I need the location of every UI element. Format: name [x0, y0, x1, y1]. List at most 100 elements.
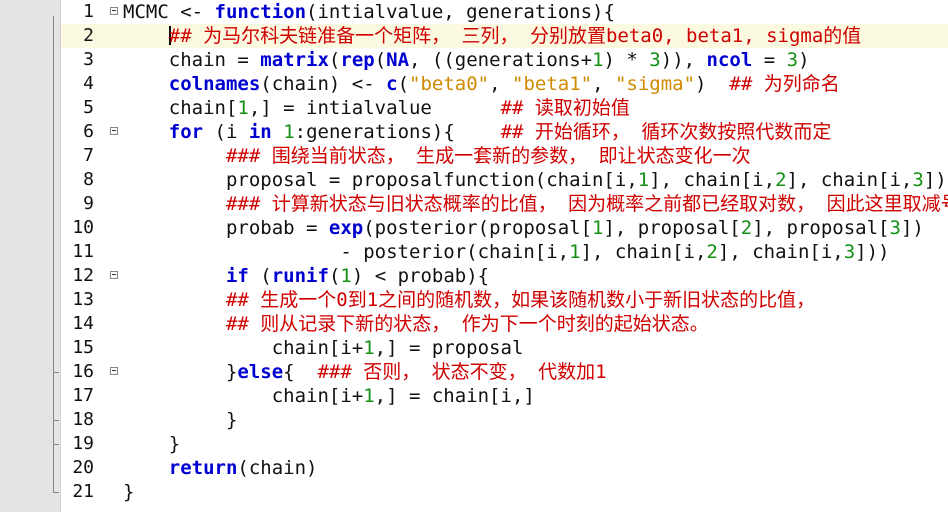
code-token: ) *: [603, 49, 650, 71]
code-token: ,: [592, 73, 615, 95]
code-token: exp: [328, 217, 364, 239]
code-token: 1: [340, 265, 352, 287]
code-area[interactable]: 1 MCMC <- function(intialvalue, generatio…: [61, 0, 948, 512]
code-token: ], chain[i,: [717, 241, 844, 263]
code-token: chain[i+: [123, 337, 364, 359]
code-text: if (runif(1) < probab){: [123, 264, 489, 288]
code-token: {: [283, 361, 318, 383]
code-line[interactable]: 2 ## 为马尔科夫链准备一个矩阵， 三列， 分别放置beta0, beta1,…: [61, 24, 948, 48]
code-text: MCMC <- function(intialvalue, generation…: [123, 0, 615, 24]
code-token: }: [123, 409, 238, 431]
line-number: 21: [72, 481, 94, 502]
code-token: (: [328, 49, 341, 71]
fold-guide-end: [53, 372, 59, 373]
code-token: (: [328, 265, 341, 287]
code-token: (: [248, 265, 272, 287]
line-number: 16: [72, 361, 94, 382]
code-token: ncol: [706, 49, 753, 71]
code-token: :generations){: [294, 121, 501, 143]
code-line[interactable]: 18 }: [61, 408, 948, 432]
code-token: 1: [637, 169, 650, 191]
code-token: , ((generations+: [409, 49, 593, 71]
code-token: (chain) <-: [260, 73, 387, 95]
line-number: 13: [72, 289, 94, 310]
code-line[interactable]: 16 }else{ ### 否则， 状态不变， 代数加1: [61, 360, 948, 384]
code-line[interactable]: 17 chain[i+1,] = chain[i,]: [61, 384, 948, 408]
code-token: }: [123, 481, 135, 503]
line-number: 15: [72, 337, 94, 358]
code-text: - posterior(chain[i,1], chain[i,2], chai…: [123, 240, 890, 264]
code-line[interactable]: 1 MCMC <- function(intialvalue, generatio…: [61, 0, 948, 24]
code-token: 3: [889, 217, 901, 239]
code-token: chain[: [123, 97, 238, 119]
code-token: 1: [363, 337, 375, 359]
code-line[interactable]: 19 }: [61, 432, 948, 456]
code-token: ### 围绕当前状态， 生成一套新的参数， 即让状态变化一次: [225, 145, 751, 167]
code-token: ], chain[i,: [580, 241, 707, 263]
code-text: chain[1,] = intialvalue ## 读取初始值: [123, 96, 630, 120]
code-token: (i: [203, 121, 249, 143]
code-token: ## 开始循环， 循环次数按照代数而定: [500, 121, 832, 143]
code-line[interactable]: 10 probab = exp(posterior(proposal[1], p…: [61, 216, 948, 240]
fold-toggle-icon[interactable]: [110, 127, 118, 135]
fold-toggle-icon[interactable]: [110, 367, 118, 375]
code-token: ])): [855, 241, 890, 263]
code-text: probab = exp(posterior(proposal[1], prop…: [123, 216, 924, 240]
code-token: ## 读取初始值: [500, 97, 630, 119]
code-text: proposal = proposalfunction(chain[i,1], …: [123, 168, 947, 192]
code-token: ### 计算新状态与旧状态概率的比值， 因为概率之前都已经取对数， 因此这里取减…: [225, 193, 948, 215]
code-text: ## 则从记录下新的状态， 作为下一个时刻的起始状态。: [123, 312, 709, 336]
code-token: (posterior(proposal[: [363, 217, 593, 239]
code-editor[interactable]: 1 MCMC <- function(intialvalue, generatio…: [0, 0, 948, 512]
code-token: 3: [649, 49, 661, 71]
code-line[interactable]: 14 ## 则从记录下新的状态， 作为下一个时刻的起始状态。: [61, 312, 948, 336]
line-number: 2: [83, 25, 94, 46]
code-line[interactable]: 21}: [61, 480, 948, 504]
code-token: ### 否则， 状态不变， 代数加1: [317, 361, 607, 383]
fold-guide-end: [53, 444, 59, 445]
code-line[interactable]: 5 chain[1,] = intialvalue ## 读取初始值: [61, 96, 948, 120]
code-token: proposal = proposalfunction(chain[i,: [123, 169, 638, 191]
code-token: chain[i+: [123, 385, 364, 407]
code-token: 2: [740, 217, 753, 239]
code-text: chain[i+1,] = proposal: [123, 336, 524, 360]
code-token: 2: [775, 169, 787, 191]
code-token: return: [168, 457, 238, 479]
code-text: }: [123, 432, 180, 456]
code-line[interactable]: 8 proposal = proposalfunction(chain[i,1]…: [61, 168, 948, 192]
code-line[interactable]: 6 for (i in 1:generations){ ## 开始循环， 循环次…: [61, 120, 948, 144]
line-number: 5: [83, 97, 94, 118]
code-line[interactable]: 11 - posterior(chain[i,1], chain[i,2], c…: [61, 240, 948, 264]
code-token: c: [386, 73, 398, 95]
code-token: for: [168, 121, 204, 143]
code-token: - posterior(chain[i,: [123, 241, 570, 263]
code-line[interactable]: 15 chain[i+1,] = proposal: [61, 336, 948, 360]
code-text: return(chain): [123, 456, 318, 480]
code-token: }: [123, 361, 238, 383]
code-token: ], chain[i,: [649, 169, 776, 191]
code-token: ## 生成一个0到1之间的随机数，如果该随机数小于新旧状态的比值，: [225, 289, 816, 311]
fold-toggle-icon[interactable]: [110, 271, 118, 279]
code-line[interactable]: 4 colnames(chain) <- c("beta0", "beta1",…: [61, 72, 948, 96]
code-token: 1: [569, 241, 581, 263]
code-token: )),: [660, 49, 707, 71]
code-token: 1: [237, 97, 249, 119]
code-token: MCMC <-: [123, 1, 215, 23]
code-line[interactable]: 12 if (runif(1) < probab){: [61, 264, 948, 288]
code-line[interactable]: 3 chain = matrix(rep(NA, ((generations+1…: [61, 48, 948, 72]
line-number: 20: [72, 457, 94, 478]
code-line[interactable]: 7 ### 围绕当前状态， 生成一套新的参数， 即让状态变化一次: [61, 144, 948, 168]
code-token: ], proposal[: [603, 217, 741, 239]
fold-toggle-icon[interactable]: [110, 7, 118, 15]
code-line[interactable]: 20 return(chain): [61, 456, 948, 480]
code-text: ## 为马尔科夫链准备一个矩阵， 三列， 分别放置beta0, beta1, s…: [123, 24, 861, 48]
code-line[interactable]: 13 ## 生成一个0到1之间的随机数，如果该随机数小于新旧状态的比值，: [61, 288, 948, 312]
code-text: chain[i+1,] = chain[i,]: [123, 384, 535, 408]
code-token: 3: [843, 241, 856, 263]
code-line[interactable]: 9 ### 计算新状态与旧状态概率的比值， 因为概率之前都已经取对数， 因此这里…: [61, 192, 948, 216]
